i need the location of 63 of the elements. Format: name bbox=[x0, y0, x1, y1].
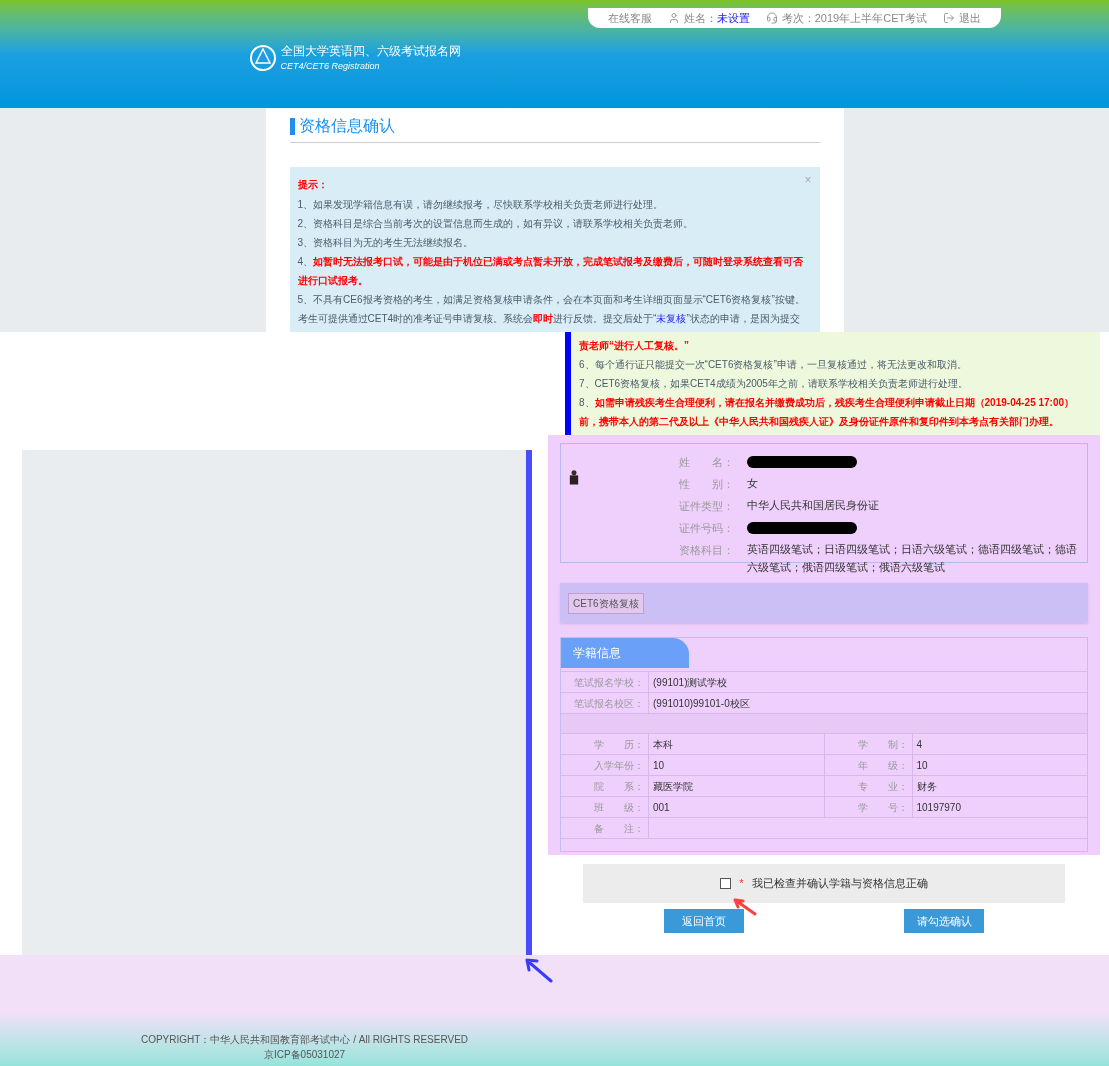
site-title: 全国大学英语四、六级考试报名网 bbox=[280, 43, 461, 60]
logout-link[interactable]: 退出 bbox=[959, 9, 982, 27]
user-icon bbox=[667, 12, 680, 24]
site-subtitle: CET4/CET6 Registration bbox=[280, 60, 381, 73]
copyright-text: COPYRIGHT：中华人民共和国教育部考试中心 / All RIGHTS RESERVED bbox=[140, 1033, 469, 1047]
action-button[interactable]: 返回首页 bbox=[664, 909, 744, 933]
close-button[interactable]: × bbox=[804, 171, 812, 189]
confirm-label: 我已检查并确认学籍与资格信息正确 bbox=[751, 876, 928, 892]
table-cell-text: 藏医学院 bbox=[652, 779, 693, 794]
service-link[interactable]: 在线客服 bbox=[607, 9, 652, 27]
person-silhouette-icon bbox=[569, 468, 579, 486]
table-label: 入学年份： bbox=[561, 755, 649, 775]
notice-item: 3、资格科目为无的考生无法继续报名。 bbox=[297, 236, 475, 250]
page-title: 资格信息确认 bbox=[298, 116, 395, 136]
field-label: 姓 名： bbox=[679, 455, 735, 470]
title-marker bbox=[289, 117, 295, 135]
notice-item: 8、如需申请残疾考生合理便利，请在报名并缴费成功后，残疾考生合理便利申请截止日期（2019-04-25 17:00）前，携带本人的第二代及以上《中华人民共和国残疾人证》及身份证件原件和复印件到本考点有关部门办理。 bbox=[579, 396, 1076, 429]
notice-item: 责老师“进行人工复核。” bbox=[579, 339, 690, 353]
table-cell-text: 001 bbox=[652, 800, 670, 815]
logout-icon bbox=[943, 12, 956, 24]
notice-item: 6、每个通行证只能提交一次“CET6资格复核”申请，一旦复核通过，将无法更改和取消。 bbox=[579, 358, 968, 372]
action-button[interactable]: 请勾选确认 bbox=[904, 909, 984, 933]
table-cell-text: 10 bbox=[652, 758, 665, 773]
notice-item: 7、CET6资格复核，如果CET4成绩为2005年之前，请联系学校相关负责老师进行处理。 bbox=[579, 377, 969, 391]
table-cell-text: 10197970 bbox=[915, 800, 961, 815]
checkbox[interactable] bbox=[720, 878, 732, 889]
table-label: 学 历： bbox=[561, 734, 649, 754]
table-label: 学 制： bbox=[824, 734, 913, 754]
icp-text: 京ICP备05031027 bbox=[263, 1048, 346, 1062]
required-mark: * bbox=[739, 876, 744, 892]
table-cell-text: 4 bbox=[915, 737, 923, 752]
table-label: 笔试报名校区： bbox=[561, 692, 649, 714]
field-label: 证件类型： bbox=[679, 499, 735, 514]
headset-icon bbox=[765, 12, 778, 24]
table-cell-text: 财务 bbox=[915, 779, 937, 794]
arrow-icon bbox=[733, 898, 757, 916]
exam-session: 考次：2019年上半年CET考试 bbox=[781, 10, 928, 26]
table-label: 笔试报名学校： bbox=[561, 671, 649, 693]
notice-item: 4、如暂时无法报考口试，可能是由于机位已满或考点暂未开放，完成笔试报考及缴费后，可随时登录系统查看可否进行口试报考。 bbox=[297, 255, 805, 288]
recheck-button[interactable]: CET6资格复核 bbox=[568, 592, 644, 614]
emblem-icon bbox=[248, 43, 277, 72]
table-label: 院 系： bbox=[561, 776, 649, 796]
table-cell-text: (99101)测试学校 bbox=[652, 675, 728, 690]
notice-heading: 提示： bbox=[297, 178, 328, 192]
field-label: 资格科目： bbox=[679, 543, 735, 558]
notice-item: 5、不具有CE6报考资格的考生，如满足资格复核申请条件，会在本页面和考生详细页面显示“CET6资格复核”按键。考生可提供通过CET4时的准考证号申请复核。系统会即时进行反馈。提交后处于“未复核”状态的申请，是因为提交 bbox=[297, 293, 806, 326]
field-label: 性 别： bbox=[679, 477, 735, 492]
field-value: 英语四级笔试；日语四级笔试；日语六级笔试；德语四级笔试；德语六级笔试；俄语四级笔试；俄语六级笔试 bbox=[747, 542, 1078, 575]
table-cell-text: 10 bbox=[915, 758, 928, 773]
notice-item: 2、资格科目是综合当前考次的设置信息而生成的，如有异议，请联系学校相关负责老师。 bbox=[297, 217, 695, 231]
field-label: 证件号码： bbox=[679, 521, 735, 536]
table-label: 专 业： bbox=[824, 776, 913, 796]
table-label: 备 注： bbox=[561, 817, 649, 839]
table-label: 年 级： bbox=[824, 755, 913, 775]
arrow-icon bbox=[524, 957, 554, 983]
user-name: 姓名：未设置 bbox=[683, 10, 750, 26]
field-value: 女 bbox=[747, 476, 759, 491]
table-label: 班 级： bbox=[561, 797, 649, 817]
field-value: 中华人民共和国居民身份证 bbox=[747, 498, 880, 513]
table-label: 学 号： bbox=[824, 797, 913, 817]
table-cell-text: 本科 bbox=[652, 737, 673, 752]
table-cell-text: (991010)99101-0校区 bbox=[652, 696, 750, 711]
notice-item: 1、如果发现学籍信息有误，请勿继续报考，尽快联系学校相关负责老师进行处理。 bbox=[297, 198, 665, 212]
